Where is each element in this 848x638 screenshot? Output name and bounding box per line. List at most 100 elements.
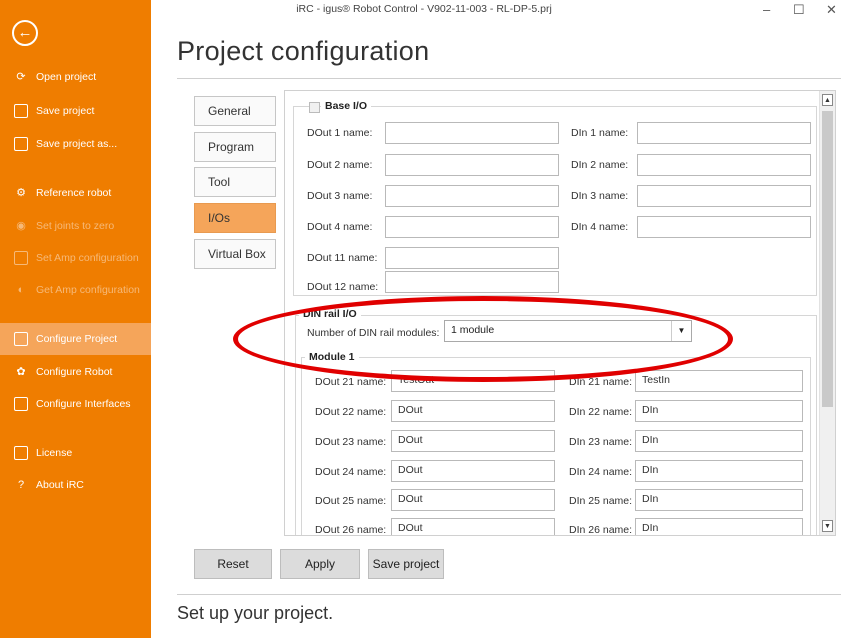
dout-26-field[interactable]: DOut [391, 518, 555, 535]
din-21-label: DIn 21 name: [569, 376, 633, 388]
sidebar-item-reference-robot[interactable]: ⚙ Reference robot [0, 177, 151, 209]
sidebar-item-set-joints-to-zero[interactable]: ◉ Set joints to zero [0, 210, 151, 242]
dout-22-label: DOut 22 name: [315, 406, 387, 418]
dout-2-field[interactable] [385, 154, 559, 176]
din-26-field[interactable]: DIn [635, 518, 803, 535]
sidebar-item-label: Open project [36, 71, 97, 83]
tab-program[interactable]: Program [194, 132, 276, 162]
sidebar-item-save-project[interactable]: Save project [0, 95, 151, 127]
scroll-down-icon[interactable]: ▼ [822, 520, 833, 532]
din-22-label: DIn 22 name: [569, 406, 633, 418]
page-title: Project configuration [177, 36, 430, 66]
chevron-down-icon[interactable]: ▼ [671, 321, 691, 341]
tab-virtual-box[interactable]: Virtual Box [194, 239, 276, 269]
din-21-field[interactable]: TestIn [635, 370, 803, 392]
configure-project-icon [14, 332, 28, 346]
minimize-button[interactable]: – [763, 2, 770, 17]
dout-1-field[interactable] [385, 122, 559, 144]
dout-12-label: DOut 12 name: [307, 281, 379, 293]
vertical-scrollbar[interactable]: ▲ ▼ [819, 91, 835, 535]
sidebar-item-label: Configure Project [36, 333, 118, 345]
din-modules-select[interactable]: 1 module ▼ [444, 320, 692, 342]
apply-button[interactable]: Apply [280, 549, 360, 579]
dout-4-field[interactable] [385, 216, 559, 238]
dout-11-field[interactable] [385, 247, 559, 269]
dout-11-label: DOut 11 name: [307, 252, 378, 264]
dout-21-label: DOut 21 name: [315, 376, 387, 388]
din-modules-value: 1 module [451, 324, 495, 336]
din-rail-legend: DIN rail I/O [299, 308, 361, 320]
sidebar-item-label: Set Amp configuration [36, 252, 139, 264]
sidebar-item-set-amp-configuration[interactable]: Set Amp configuration [0, 242, 151, 274]
footer-hint: Set up your project. [177, 603, 334, 623]
save-as-icon [14, 137, 28, 151]
sidebar-item-label: Save project as... [36, 138, 118, 150]
question-icon: ? [17, 479, 25, 491]
sidebar-item-label: Save project [36, 105, 95, 117]
din-4-field[interactable] [637, 216, 811, 238]
sidebar-item-open-project[interactable]: ⟳ Open project [0, 61, 151, 93]
maximize-button[interactable]: ☐ [793, 2, 805, 18]
din-23-field[interactable]: DIn [635, 430, 803, 452]
dout-3-label: DOut 3 name: [307, 190, 373, 202]
io-settings-panel[interactable]: Base I/O DOut 1 name: DOut 2 name: DOut … [284, 90, 836, 536]
dout-3-field[interactable] [385, 185, 559, 207]
base-io-checkbox[interactable] [309, 102, 320, 113]
sidebar-item-license[interactable]: License [0, 437, 151, 469]
din-2-field[interactable] [637, 154, 811, 176]
sidebar-item-get-amp-configuration[interactable]: ◐ Get Amp configuration [0, 274, 151, 306]
din-1-label: DIn 1 name: [571, 127, 629, 139]
reset-button[interactable]: Reset [194, 549, 272, 579]
tab-ios[interactable]: I/Os [194, 203, 276, 233]
set-zero-icon: ◉ [16, 220, 26, 232]
din-3-field[interactable] [637, 185, 811, 207]
dout-21-field[interactable]: TestOut [391, 370, 555, 392]
interfaces-icon [14, 397, 28, 411]
amp-config-icon [14, 251, 28, 265]
din-24-label: DIn 24 name: [569, 466, 633, 478]
gear-icon: ✿ [16, 366, 26, 378]
dout-25-label: DOut 25 name: [315, 495, 387, 507]
open-project-icon: ⟳ [16, 71, 26, 83]
save-icon [14, 104, 28, 118]
tab-general[interactable]: General [194, 96, 276, 126]
din-modules-label: Number of DIN rail modules: [307, 327, 440, 339]
dout-23-label: DOut 23 name: [315, 436, 387, 448]
dout-24-field[interactable]: DOut [391, 460, 555, 482]
dout-24-label: DOut 24 name: [315, 466, 387, 478]
sidebar-item-save-project-as[interactable]: Save project as... [0, 128, 151, 160]
module-1-legend: Module 1 [305, 351, 359, 363]
dout-23-field[interactable]: DOut [391, 430, 555, 452]
sidebar-item-configure-interfaces[interactable]: Configure Interfaces [0, 388, 151, 420]
reference-robot-icon: ⚙ [16, 187, 26, 199]
sidebar-item-label: Set joints to zero [36, 220, 115, 232]
dout-12-field[interactable] [385, 271, 559, 293]
din-2-label: DIn 2 name: [571, 159, 629, 171]
sidebar-item-label: Configure Interfaces [36, 398, 131, 410]
footer-divider [177, 594, 841, 595]
save-project-button[interactable]: Save project [368, 549, 444, 579]
sidebar-item-label: About iRC [36, 479, 84, 491]
dout-1-label: DOut 1 name: [307, 127, 373, 139]
dout-4-label: DOut 4 name: [307, 221, 373, 233]
din-22-field[interactable]: DIn [635, 400, 803, 422]
dout-22-field[interactable]: DOut [391, 400, 555, 422]
din-24-field[interactable]: DIn [635, 460, 803, 482]
din-3-label: DIn 3 name: [571, 190, 629, 202]
dout-25-field[interactable]: DOut [391, 489, 555, 511]
sidebar-item-about[interactable]: ? About iRC [0, 469, 151, 501]
base-io-legend: Base I/O [321, 100, 372, 112]
sidebar-item-label: Configure Robot [36, 366, 113, 378]
scroll-up-icon[interactable]: ▲ [822, 94, 833, 106]
din-25-field[interactable]: DIn [635, 489, 803, 511]
sidebar-item-configure-project[interactable]: Configure Project [0, 323, 151, 355]
scrollbar-thumb[interactable] [822, 111, 833, 407]
din-25-label: DIn 25 name: [569, 495, 633, 507]
dout-26-label: DOut 26 name: [315, 524, 387, 536]
din-1-field[interactable] [637, 122, 811, 144]
tab-tool[interactable]: Tool [194, 167, 276, 197]
sidebar-item-configure-robot[interactable]: ✿ Configure Robot [0, 356, 151, 388]
back-arrow-icon[interactable]: ← [12, 20, 38, 46]
din-4-label: DIn 4 name: [571, 221, 629, 233]
close-button[interactable]: ✕ [826, 2, 837, 18]
